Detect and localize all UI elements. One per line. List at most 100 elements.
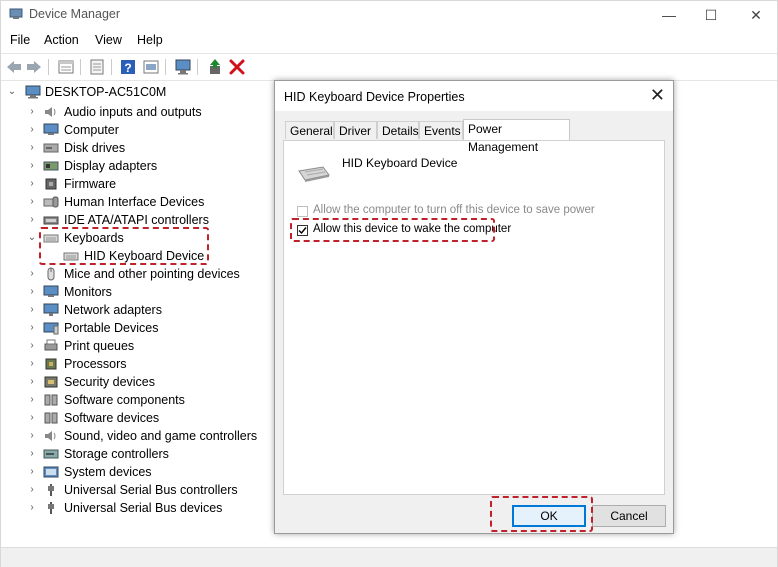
turn-off-checkbox[interactable] (297, 206, 308, 217)
back-icon[interactable] (5, 58, 23, 76)
uninstall-icon[interactable] (228, 58, 246, 76)
tree-item-label: Mice and other pointing devices (64, 267, 240, 281)
display-adapter-icon (43, 161, 59, 171)
tree-item-label: Sound, video and game controllers (64, 429, 258, 443)
menu-action[interactable]: Action (44, 33, 79, 47)
dialog-title-bar: HID Keyboard Device Properties ✕ (275, 81, 673, 111)
network-icon (43, 303, 59, 316)
dialog-tabs: General Driver Details Events Power Mana… (283, 119, 667, 154)
expand-chevron-icon[interactable]: › (27, 499, 37, 517)
speaker-icon (45, 107, 56, 117)
device-tree: ⌄ DESKTOP-AC51C0M › Audio inputs and outp… (1, 81, 271, 521)
collapse-chevron-icon[interactable]: ⌄ (27, 229, 37, 247)
enable-device-icon[interactable] (206, 58, 224, 76)
minimize-icon[interactable]: — (649, 1, 689, 29)
expand-chevron-icon[interactable]: › (27, 391, 37, 409)
expand-chevron-icon[interactable]: › (27, 463, 37, 481)
tree-item-label: Firmware (64, 177, 117, 191)
expand-chevron-icon[interactable]: › (27, 283, 37, 301)
maximize-icon[interactable]: ☐ (691, 1, 731, 29)
tree-item-label: Software components (64, 393, 185, 407)
dialog-close-icon[interactable]: ✕ (650, 85, 665, 106)
title-bar: Device Manager — ☐ ✕ (1, 1, 777, 29)
collapse-chevron-icon[interactable]: ⌄ (7, 83, 17, 101)
update-driver-icon[interactable] (142, 58, 160, 76)
expand-chevron-icon[interactable]: › (27, 193, 37, 211)
menu-file[interactable]: File (10, 33, 30, 47)
keyboard-highlight-box (39, 227, 209, 265)
expand-chevron-icon[interactable]: › (27, 121, 37, 139)
svg-text:?: ? (124, 61, 131, 75)
expand-chevron-icon[interactable]: › (27, 157, 37, 175)
scan-hardware-icon[interactable] (174, 58, 192, 76)
tree-item-label: Network adapters (64, 303, 162, 317)
security-icon (44, 376, 58, 388)
disk-icon (43, 143, 59, 153)
ide-icon (43, 216, 59, 225)
component-icon (44, 412, 58, 424)
monitor-icon (43, 123, 59, 135)
expand-chevron-icon[interactable]: › (27, 337, 37, 355)
expand-chevron-icon[interactable]: › (27, 373, 37, 391)
close-icon[interactable]: ✕ (736, 1, 776, 29)
tab-general[interactable]: General (285, 121, 334, 139)
device-name: HID Keyboard Device (342, 156, 458, 170)
expand-chevron-icon[interactable]: › (27, 139, 37, 157)
toolbar-separator (197, 59, 198, 75)
menu-help[interactable]: Help (137, 33, 163, 47)
tree-item-label: Human Interface Devices (64, 195, 205, 209)
toolbar: ? (1, 53, 777, 81)
expand-chevron-icon[interactable]: › (27, 481, 37, 499)
tab-events[interactable]: Events (419, 121, 463, 139)
forward-icon[interactable] (25, 58, 43, 76)
status-bar (1, 547, 777, 567)
dialog-title: HID Keyboard Device Properties (284, 90, 465, 104)
tree-item-label: Audio inputs and outputs (64, 105, 202, 119)
device-manager-app-icon (9, 8, 23, 19)
menu-view[interactable]: View (95, 33, 122, 47)
tree-item-label: Disk drives (64, 141, 126, 155)
expand-chevron-icon[interactable]: › (27, 175, 37, 193)
expand-chevron-icon[interactable]: › (27, 409, 37, 427)
help-icon[interactable]: ? (119, 58, 137, 76)
wake-option-highlight-box (290, 218, 495, 242)
expand-chevron-icon[interactable]: › (27, 355, 37, 373)
expand-chevron-icon[interactable]: › (27, 427, 37, 445)
computer-icon (25, 85, 41, 99)
document-icon[interactable] (88, 58, 106, 76)
tab-power-management[interactable]: Power Management (463, 119, 570, 154)
tree-item-label: Universal Serial Bus devices (64, 501, 223, 515)
toolbar-separator (48, 59, 49, 75)
tree-item-label: Monitors (64, 285, 112, 299)
power-management-panel: HID Keyboard Device Allow the computer t… (283, 140, 665, 495)
chip-icon (45, 178, 57, 190)
tree-item-label: Processors (64, 357, 127, 371)
hid-icon (43, 196, 59, 208)
portable-icon (43, 322, 59, 335)
monitor-icon (43, 285, 59, 297)
storage-icon (43, 449, 59, 459)
tab-driver[interactable]: Driver (334, 121, 377, 139)
keyboard-device-icon (298, 166, 330, 182)
processor-icon (45, 358, 57, 370)
speaker-icon (45, 431, 56, 441)
component-icon (44, 394, 58, 406)
usb-icon (48, 502, 54, 514)
expand-chevron-icon[interactable]: › (27, 211, 37, 229)
tree-root-label: DESKTOP-AC51C0M (45, 85, 167, 99)
tab-details[interactable]: Details (377, 121, 419, 139)
expand-chevron-icon[interactable]: › (27, 445, 37, 463)
tree-item-label: Storage controllers (64, 447, 169, 461)
system-icon (43, 466, 59, 478)
tree-item-label: Computer (64, 123, 119, 137)
expand-chevron-icon[interactable]: › (27, 103, 37, 121)
expand-chevron-icon[interactable]: › (27, 301, 37, 319)
cancel-button[interactable]: Cancel (592, 505, 666, 527)
expand-chevron-icon[interactable]: › (27, 265, 37, 283)
toolbar-separator (165, 59, 166, 75)
properties-icon[interactable] (57, 58, 75, 76)
toolbar-separator (111, 59, 112, 75)
expand-chevron-icon[interactable]: › (27, 319, 37, 337)
tree-item-label: Software devices (64, 411, 160, 425)
tree-item-label: Security devices (64, 375, 156, 389)
